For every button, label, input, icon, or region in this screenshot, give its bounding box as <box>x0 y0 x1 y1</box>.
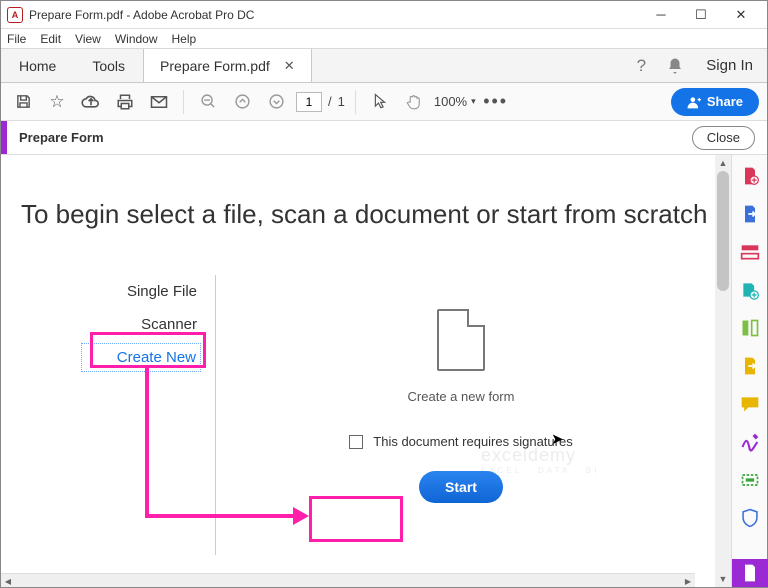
print-icon <box>116 93 134 111</box>
favorite-button[interactable]: ☆ <box>43 88 71 116</box>
start-button[interactable]: Start <box>419 471 503 503</box>
menu-bar: File Edit View Window Help <box>1 29 767 49</box>
signatures-row: This document requires signatures <box>349 434 572 449</box>
rail-more-icon[interactable] <box>732 559 768 587</box>
email-button[interactable] <box>145 88 173 116</box>
document-icon <box>437 309 485 371</box>
context-label: Prepare Form <box>7 130 692 145</box>
zoom-out-icon <box>200 93 217 110</box>
pointer-icon <box>373 93 387 110</box>
context-close-button[interactable]: Close <box>692 126 755 150</box>
rail-comment-icon[interactable] <box>739 393 761 415</box>
rail-organize-icon[interactable] <box>739 317 761 339</box>
scroll-up-icon[interactable]: ▲ <box>715 155 731 171</box>
menu-help[interactable]: Help <box>172 32 197 46</box>
close-window-button[interactable]: ✕ <box>721 2 761 28</box>
menu-window[interactable]: Window <box>115 32 158 46</box>
hand-tool[interactable] <box>400 88 428 116</box>
option-divider <box>215 275 216 555</box>
cloud-upload-icon <box>81 94 101 110</box>
rail-stamp-icon[interactable] <box>739 469 761 491</box>
window-title: Prepare Form.pdf - Adobe Acrobat Pro DC <box>29 8 641 22</box>
hand-icon <box>405 93 423 111</box>
tab-document-label: Prepare Form.pdf <box>160 58 270 74</box>
center-caption: Create a new form <box>408 389 515 404</box>
center-column: Create a new form This document requires… <box>231 305 691 503</box>
scroll-thumb[interactable] <box>717 171 729 291</box>
window-titlebar: A Prepare Form.pdf - Adobe Acrobat Pro D… <box>1 1 767 29</box>
main-content: To begin select a file, scan a document … <box>1 155 731 587</box>
up-arrow-circle-icon <box>234 93 251 110</box>
zoom-out-button[interactable] <box>194 88 222 116</box>
zoom-level[interactable]: 100% ▾ <box>434 94 476 109</box>
horizontal-scrollbar[interactable]: ◀ ▶ <box>1 573 695 587</box>
tool-rail <box>731 155 767 587</box>
rail-compress-icon[interactable] <box>739 355 761 377</box>
toolbar: ☆ / 1 100% ▾ ••• Share <box>1 83 767 121</box>
tab-home[interactable]: Home <box>1 49 74 82</box>
tab-tools[interactable]: Tools <box>74 49 144 82</box>
minimize-button[interactable]: ─ <box>641 2 681 28</box>
page-indicator: / 1 <box>296 92 345 112</box>
maximize-button[interactable]: ☐ <box>681 2 721 28</box>
tab-document[interactable]: Prepare Form.pdf ✕ <box>144 49 312 82</box>
annotation-arrow-horizontal <box>145 514 295 518</box>
menu-file[interactable]: File <box>7 32 26 46</box>
cloud-button[interactable] <box>77 88 105 116</box>
option-scanner[interactable]: Scanner <box>81 308 201 341</box>
notifications-button[interactable] <box>658 49 692 82</box>
context-bar: Prepare Form Close <box>1 121 767 155</box>
down-arrow-circle-icon <box>268 93 285 110</box>
help-button[interactable]: ? <box>624 49 658 82</box>
share-person-icon <box>687 95 701 109</box>
print-button[interactable] <box>111 88 139 116</box>
select-tool[interactable] <box>366 88 394 116</box>
share-button[interactable]: Share <box>671 88 759 116</box>
signatures-label: This document requires signatures <box>373 434 572 449</box>
save-button[interactable] <box>9 88 37 116</box>
signin-button[interactable]: Sign In <box>692 49 767 82</box>
annotation-arrow-head <box>293 507 309 525</box>
rail-combine-icon[interactable] <box>739 279 761 301</box>
page-sep: / <box>328 94 332 109</box>
mail-icon <box>150 95 168 109</box>
vertical-scrollbar[interactable]: ▲ ▼ <box>715 155 731 587</box>
more-tools-button[interactable]: ••• <box>482 88 510 116</box>
source-options: Single File Scanner Create New <box>81 275 201 374</box>
zoom-value: 100% <box>434 94 467 109</box>
next-page-button[interactable] <box>262 88 290 116</box>
app-icon: A <box>7 7 23 23</box>
prev-page-button[interactable] <box>228 88 256 116</box>
rail-create-pdf-icon[interactable] <box>739 165 761 187</box>
bell-icon <box>666 57 684 75</box>
save-icon <box>15 93 32 110</box>
menu-edit[interactable]: Edit <box>40 32 61 46</box>
scroll-right-icon[interactable]: ▶ <box>681 574 695 587</box>
rail-protect-icon[interactable] <box>739 507 761 529</box>
rail-export-pdf-icon[interactable] <box>739 203 761 225</box>
tab-document-close-icon[interactable]: ✕ <box>284 58 295 74</box>
rail-edit-pdf-icon[interactable] <box>739 241 761 263</box>
tab-row: Home Tools Prepare Form.pdf ✕ ? Sign In <box>1 49 767 83</box>
rail-fill-sign-icon[interactable] <box>739 431 761 453</box>
menu-view[interactable]: View <box>75 32 101 46</box>
signatures-checkbox[interactable] <box>349 435 363 449</box>
scroll-down-icon[interactable]: ▼ <box>715 571 731 587</box>
scroll-left-icon[interactable]: ◀ <box>1 574 15 587</box>
page-heading: To begin select a file, scan a document … <box>21 199 707 230</box>
mouse-cursor: ➤ <box>551 430 564 448</box>
page-total: 1 <box>338 94 345 109</box>
page-current-input[interactable] <box>296 92 322 112</box>
annotation-arrow-vertical <box>145 367 149 517</box>
option-create-new[interactable]: Create New <box>81 343 201 372</box>
option-single-file[interactable]: Single File <box>81 275 201 308</box>
share-label: Share <box>707 94 743 109</box>
chevron-down-icon: ▾ <box>471 96 476 107</box>
